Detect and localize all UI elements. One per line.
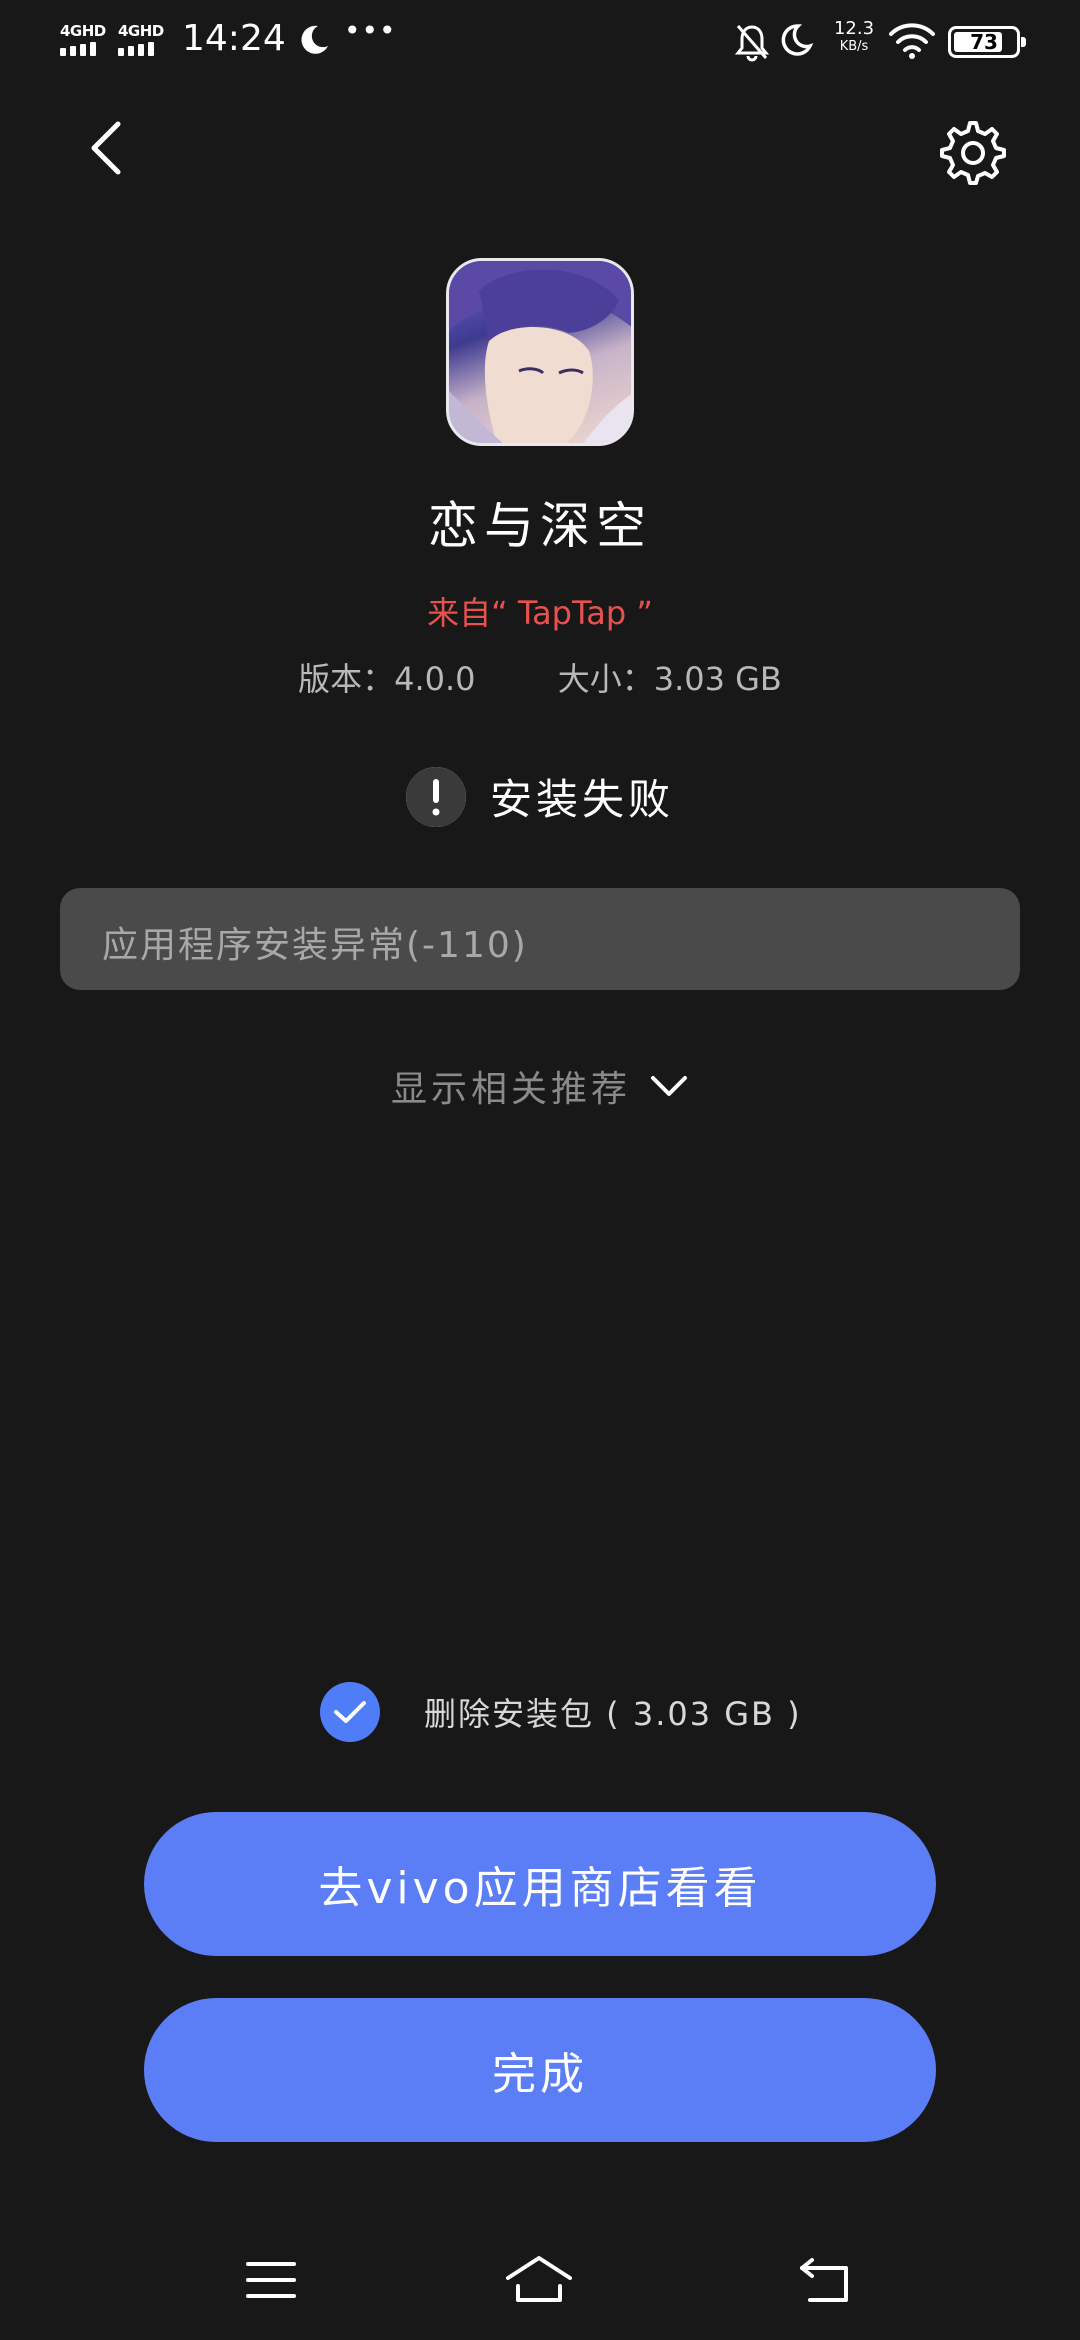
error-message-box: 应用程序安装异常(-110): [60, 888, 1020, 990]
check-icon: [334, 1701, 366, 1723]
settings-button[interactable]: [938, 118, 1008, 188]
moon-icon: [301, 25, 328, 54]
signal-label: 4GHD: [60, 22, 106, 40]
app-name: 恋与深空: [428, 497, 652, 555]
delete-package-label: 删除安装包 ( 3.03 GB ): [424, 1695, 802, 1733]
go-app-store-button[interactable]: 去vivo应用商店看看: [144, 1812, 936, 1956]
show-related-toggle[interactable]: 显示相关推荐: [0, 1060, 1080, 1112]
install-status-text: 安装失败: [489, 775, 674, 824]
done-button[interactable]: 完成: [144, 1998, 936, 2142]
signal-icon: 4GHD: [116, 22, 166, 58]
app-meta: 版本：4.0.0 大小：3.03 GB: [0, 654, 1080, 700]
back-button[interactable]: [78, 118, 138, 178]
moon-icon: [781, 24, 814, 56]
mute-bell-icon: [734, 25, 770, 62]
network-speed-unit: KB/s: [839, 39, 869, 54]
app-source: 来自“ TapTap ”: [427, 594, 653, 632]
battery-level: 73: [970, 30, 998, 54]
wifi-icon: [889, 23, 935, 59]
show-related-label: 显示相关推荐: [390, 1069, 631, 1110]
battery-icon: 73: [948, 26, 1026, 58]
status-time: 14:24: [182, 18, 286, 59]
error-message: 应用程序安装异常(-110): [102, 925, 528, 966]
gear-icon: [940, 121, 1006, 185]
system-nav-bar: [0, 2230, 1080, 2326]
app-version: 版本：4.0.0: [298, 660, 476, 698]
install-status: 安装失败: [0, 766, 1080, 827]
network-speed-value: 12.3: [833, 18, 875, 39]
app-icon: [446, 258, 634, 446]
delete-package-option[interactable]: 删除安装包 ( 3.03 GB ): [320, 1680, 802, 1744]
more-icon: •••: [344, 14, 397, 47]
exclamation-icon: [405, 766, 466, 827]
back-icon[interactable]: [790, 2250, 860, 2310]
network-speed: 12.3 KB/s: [824, 18, 884, 54]
home-icon[interactable]: [504, 2250, 574, 2310]
install-result-screen: 4GHD 4GHD 14:24 ••• 12.3 KB/s 73 恋与深空 来自…: [0, 0, 1080, 2340]
signal-icon: 4GHD: [58, 22, 108, 58]
chevron-down-icon: [651, 1076, 687, 1096]
status-bar: 4GHD 4GHD 14:24 ••• 12.3 KB/s 73: [0, 0, 1080, 84]
app-size: 大小：3.03 GB: [557, 660, 782, 698]
signal-label: 4GHD: [118, 22, 164, 40]
menu-icon[interactable]: [236, 2250, 306, 2310]
delete-package-checkbox[interactable]: [320, 1682, 380, 1742]
